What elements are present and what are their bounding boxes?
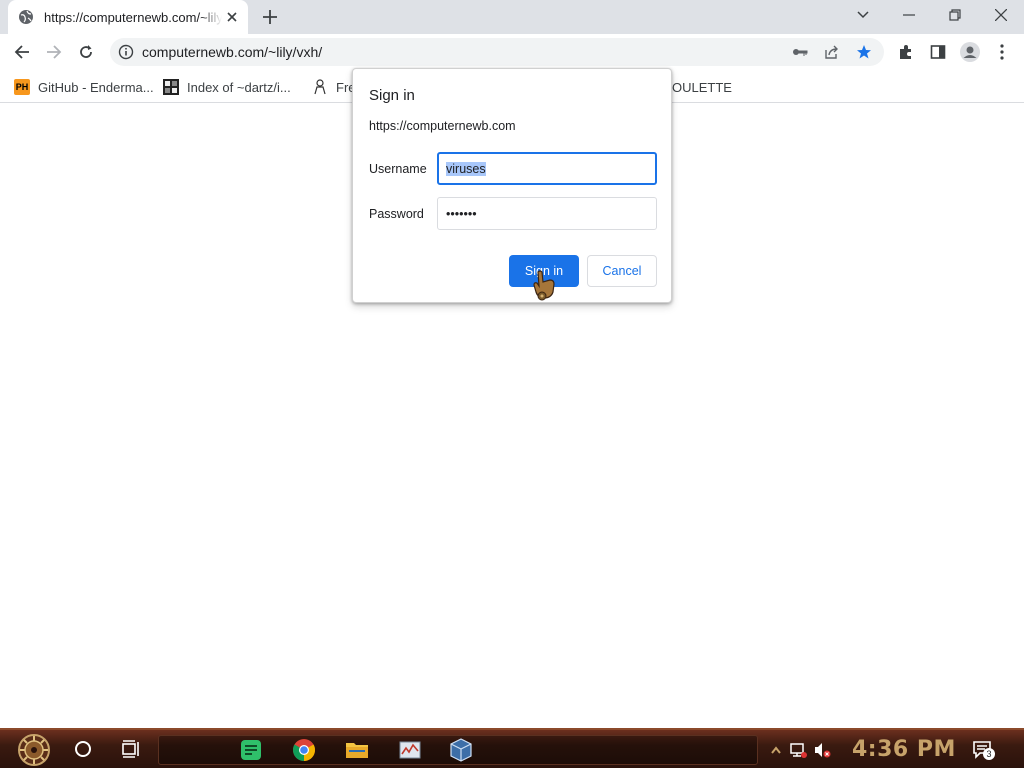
file-explorer-app[interactable] xyxy=(344,737,370,763)
plus-icon xyxy=(263,10,277,24)
username-field[interactable]: viruses xyxy=(437,152,657,185)
bookmark-label: GitHub - Enderma... xyxy=(38,79,154,95)
tab-search-button[interactable] xyxy=(840,0,886,30)
username-value: viruses xyxy=(446,161,486,176)
close-icon xyxy=(995,9,1007,21)
figure-icon xyxy=(312,79,328,95)
dialog-origin: https://computernewb.com xyxy=(369,119,516,133)
address-bar[interactable]: computernewb.com/~lily/vxh/ xyxy=(110,38,884,66)
bookmark-roulette[interactable]: OULETTE xyxy=(672,77,732,97)
bookmark-fre[interactable]: Fre xyxy=(312,77,356,97)
tab-strip: https://computernewb.com/~lily/vxh/ xyxy=(0,0,1024,34)
info-icon[interactable] xyxy=(118,44,134,60)
virtualbox-app[interactable] xyxy=(448,737,474,763)
url-text: computernewb.com/~lily/vxh/ xyxy=(142,44,323,60)
profile-avatar-icon[interactable] xyxy=(960,42,980,62)
password-label: Password xyxy=(369,207,424,221)
notes-icon xyxy=(241,740,261,760)
bookmark-label: Index of ~dartz/i... xyxy=(187,79,291,95)
bookmark-index[interactable]: Index of ~dartz/i... xyxy=(163,77,291,97)
extensions-icon[interactable] xyxy=(896,42,916,62)
side-panel-icon[interactable] xyxy=(928,42,948,62)
bookmark-github[interactable]: PH GitHub - Enderma... xyxy=(14,77,154,97)
start-button[interactable] xyxy=(12,732,56,768)
chrome-icon xyxy=(293,739,315,761)
password-value: ••••••• xyxy=(446,206,477,221)
back-button[interactable] xyxy=(8,38,36,66)
globe-icon xyxy=(19,10,33,24)
index-icon xyxy=(163,79,179,95)
bookmark-label: OULETTE xyxy=(672,79,732,95)
browser-toolbar: computernewb.com/~lily/vxh/ xyxy=(0,34,1024,71)
notification-center-button[interactable]: 3 xyxy=(972,739,995,761)
minimize-button[interactable] xyxy=(886,0,932,30)
restore-icon xyxy=(949,9,961,21)
hand-cursor-icon xyxy=(533,270,555,301)
network-icon[interactable] xyxy=(788,740,808,760)
close-window-button[interactable] xyxy=(978,0,1024,30)
chrome-app[interactable] xyxy=(291,737,317,763)
new-tab-button[interactable] xyxy=(259,6,281,28)
taskbar: 4:36 PM 3 xyxy=(0,728,1024,768)
dialog-title: Sign in xyxy=(369,87,415,104)
notes-app[interactable] xyxy=(238,737,264,763)
arrow-left-icon xyxy=(14,45,29,59)
arrow-right-icon xyxy=(47,45,62,59)
chevron-down-icon xyxy=(857,11,869,19)
bookmark-star-icon[interactable] xyxy=(854,42,874,62)
reload-button[interactable] xyxy=(72,38,100,66)
task-view-icon[interactable] xyxy=(120,738,142,760)
tray-overflow-icon[interactable] xyxy=(766,740,786,760)
task-manager-icon xyxy=(399,741,421,759)
notification-count: 3 xyxy=(983,748,995,760)
start-gear-icon xyxy=(18,734,50,766)
username-label: Username xyxy=(369,162,427,176)
search-circle-icon[interactable] xyxy=(72,738,94,760)
share-icon[interactable] xyxy=(822,42,842,62)
key-icon[interactable] xyxy=(790,42,810,62)
file-explorer-icon xyxy=(346,743,368,758)
task-manager-app[interactable] xyxy=(397,737,423,763)
password-field[interactable]: ••••••• xyxy=(437,197,657,230)
minimize-icon xyxy=(903,14,915,16)
restore-button[interactable] xyxy=(932,0,978,30)
tab-title: https://computernewb.com/~lily/vxh/ xyxy=(44,9,222,25)
volume-muted-icon[interactable] xyxy=(812,740,832,760)
close-tab-icon[interactable] xyxy=(224,9,240,25)
cancel-button[interactable]: Cancel xyxy=(587,255,657,287)
forward-button[interactable] xyxy=(40,38,68,66)
menu-kebab-icon[interactable] xyxy=(992,42,1012,62)
virtualbox-icon xyxy=(450,738,472,762)
browser-tab[interactable]: https://computernewb.com/~lily/vxh/ xyxy=(8,0,248,34)
ph-icon: PH xyxy=(14,79,30,95)
reload-icon xyxy=(80,45,92,58)
taskbar-clock[interactable]: 4:36 PM xyxy=(852,737,956,762)
sign-in-dialog: Sign in https://computernewb.com Usernam… xyxy=(352,68,672,303)
